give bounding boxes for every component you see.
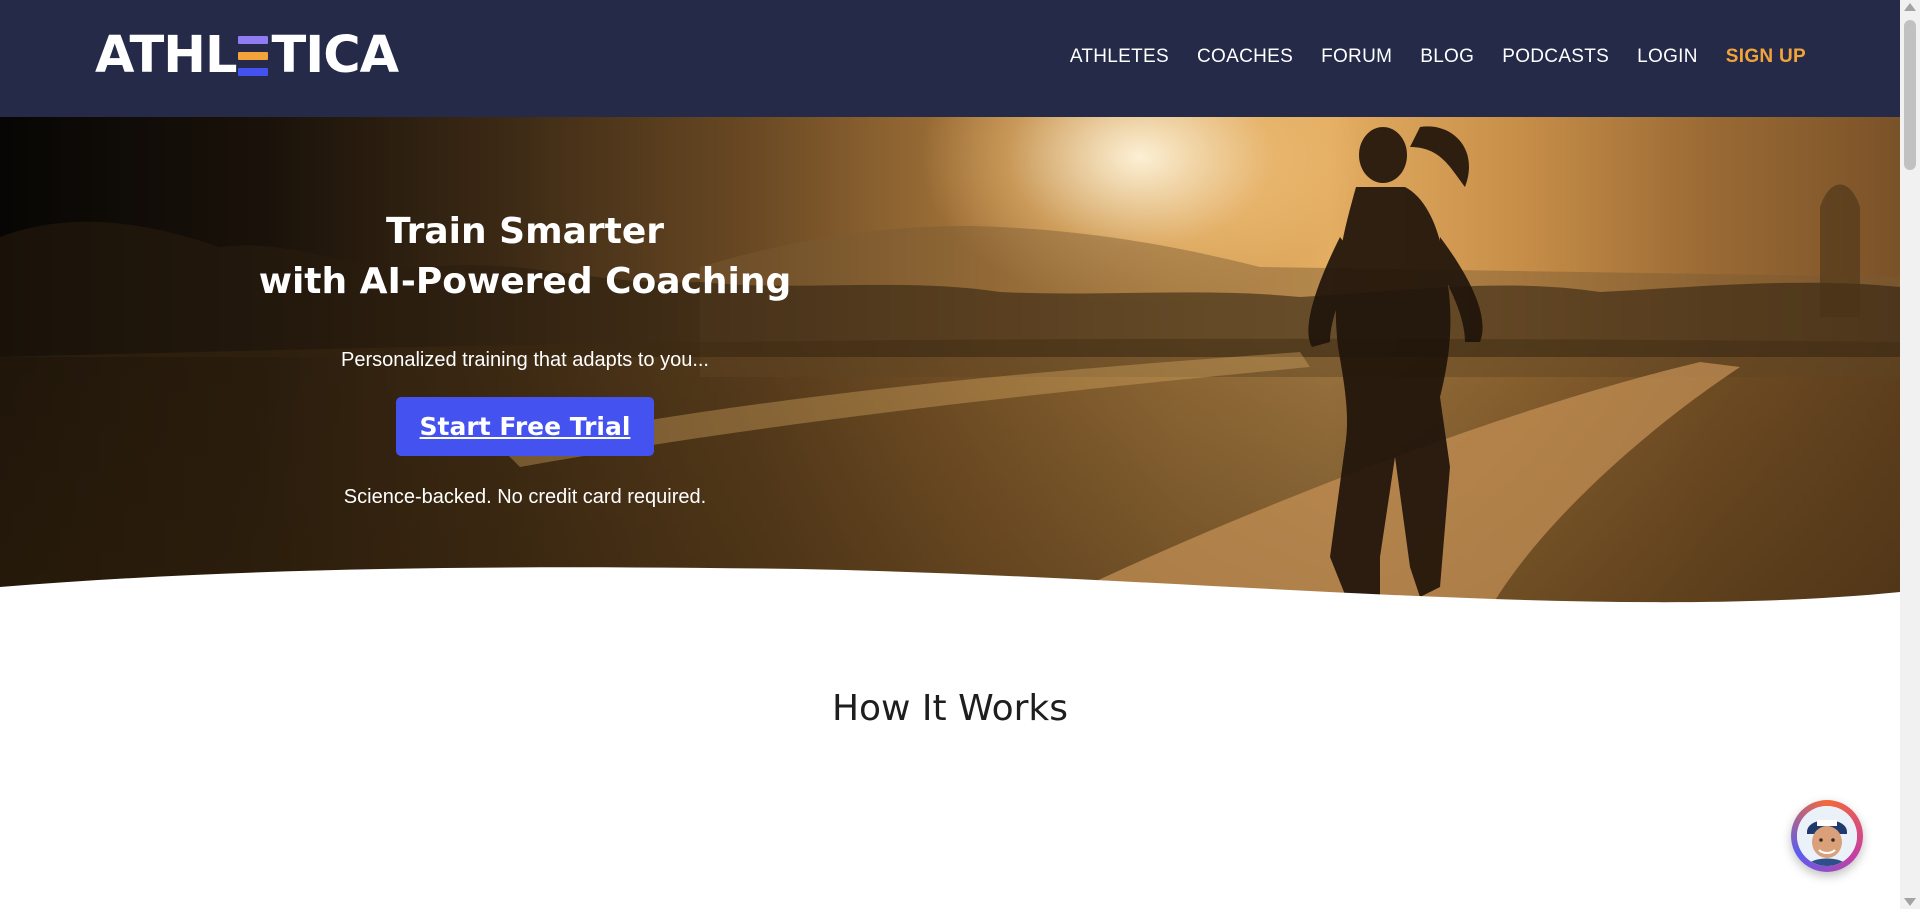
logo-e-bars-icon [238, 36, 269, 76]
hero-title-line1: Train Smarter [385, 211, 664, 252]
hero-note: Science-backed. No credit card required. [343, 486, 707, 508]
hero-content: Train Smarter with AI-Powered Coaching P… [255, 207, 795, 509]
nav-link-login[interactable]: LOGIN [1637, 43, 1698, 71]
nav-link-athletes[interactable]: ATHLETES [1070, 43, 1169, 71]
vertical-scrollbar[interactable] [1900, 0, 1920, 909]
hero-section: Train Smarter with AI-Powered Coaching P… [0, 117, 1900, 627]
nav-link-podcasts[interactable]: PODCASTS [1502, 43, 1609, 71]
hero-title: Train Smarter with AI-Powered Coaching [255, 207, 795, 307]
coach-avatar-face [1797, 806, 1857, 866]
nav-link-signup[interactable]: SIGN UP [1726, 43, 1806, 71]
athletica-logo[interactable]: ATHL TICA [95, 26, 399, 85]
hero-title-line2: with AI-Powered Coaching [258, 261, 792, 302]
how-it-works-heading: How It Works [831, 687, 1069, 729]
nav-link-coaches[interactable]: COACHES [1197, 43, 1293, 71]
scrollbar-thumb[interactable] [1904, 20, 1916, 170]
nav-links: ATHLETES COACHES FORUM BLOG PODCASTS LOG… [1042, 43, 1806, 71]
logo-text-right: TICA [271, 26, 399, 85]
logo-text-left: ATHL [95, 26, 237, 85]
coach-avatar-icon[interactable] [1791, 800, 1863, 872]
top-nav: ATHL TICA ATHLETES COACHES FORUM BLOG PO… [0, 0, 1900, 117]
scroll-up-arrow-icon[interactable] [1904, 3, 1916, 11]
hero-subtitle: Personalized training that adapts to you… [340, 349, 709, 371]
page: ATHL TICA ATHLETES COACHES FORUM BLOG PO… [0, 0, 1900, 909]
scroll-down-arrow-icon[interactable] [1904, 898, 1916, 906]
avatar-face-icon [1797, 806, 1857, 866]
start-free-trial-button[interactable]: Start Free Trial [395, 397, 655, 456]
nav-link-blog[interactable]: BLOG [1420, 43, 1474, 71]
nav-link-forum[interactable]: FORUM [1321, 43, 1392, 71]
